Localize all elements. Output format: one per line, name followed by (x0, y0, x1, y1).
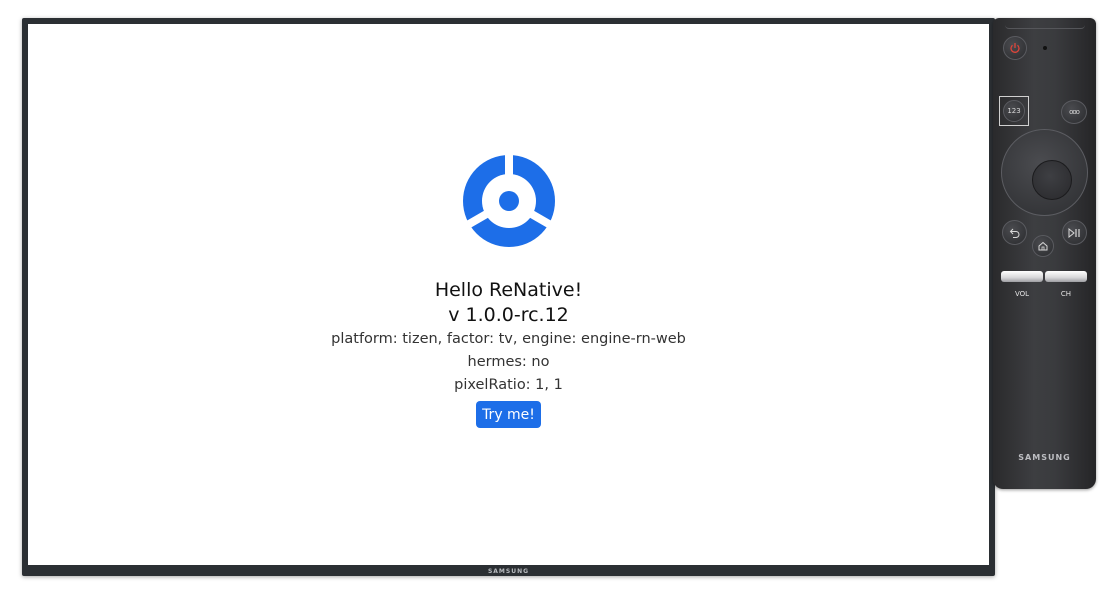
volume-rocker[interactable] (1001, 271, 1043, 282)
hermes-info: hermes: no (467, 354, 550, 370)
play-pause-button[interactable] (1062, 220, 1087, 245)
power-button[interactable] (1003, 36, 1027, 60)
back-arrow-icon (1009, 228, 1019, 238)
greeting-text: Hello ReNative! (434, 279, 583, 301)
tv-remote: 123 ooo VOL CH SAMSUNG (993, 18, 1096, 489)
mic-indicator (1043, 46, 1047, 50)
try-me-button[interactable]: Try me! (476, 401, 541, 428)
remote-top-strip (1005, 20, 1085, 29)
platform-info: platform: tizen, factor: tv, engine: eng… (331, 331, 686, 347)
tv-frame: Hello ReNative! v 1.0.0-rc.12 platform: … (22, 18, 995, 576)
channel-rocker[interactable] (1045, 271, 1087, 282)
renative-logo-icon (462, 154, 555, 247)
tv-brand-logo: SAMSUNG (487, 568, 530, 575)
number-pad-button[interactable]: 123 (1003, 100, 1025, 122)
version-text: v 1.0.0-rc.12 (448, 304, 569, 326)
tv-screen: Hello ReNative! v 1.0.0-rc.12 platform: … (28, 24, 989, 565)
remote-brand-logo: SAMSUNG (1018, 453, 1071, 462)
power-icon (1010, 43, 1020, 53)
home-button[interactable] (1032, 235, 1054, 257)
play-pause-icon (1068, 227, 1080, 238)
pixel-ratio-info: pixelRatio: 1, 1 (454, 377, 563, 393)
directional-pad[interactable] (1001, 129, 1088, 216)
home-icon (1038, 241, 1048, 251)
channel-label: CH (1060, 290, 1072, 298)
dpad-ok-button[interactable] (1032, 160, 1072, 200)
volume-label: VOL (1014, 290, 1030, 298)
back-button[interactable] (1002, 220, 1027, 245)
app-content: Hello ReNative! v 1.0.0-rc.12 platform: … (28, 154, 989, 428)
more-button[interactable]: ooo (1061, 100, 1087, 124)
